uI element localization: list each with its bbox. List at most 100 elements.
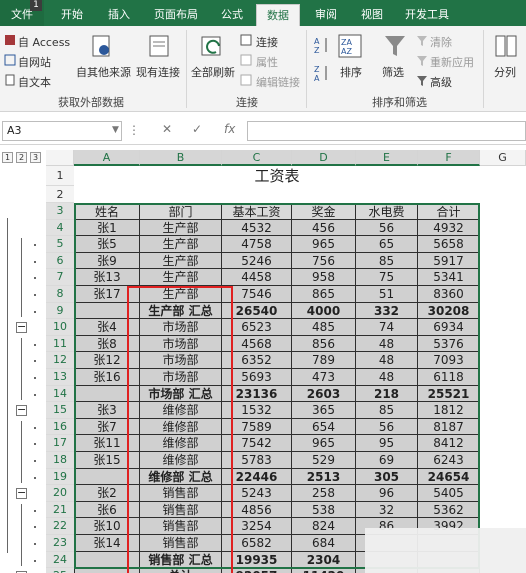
- name-box-dropdown-icon[interactable]: ▼: [112, 125, 119, 135]
- data-cell[interactable]: 生产部: [140, 269, 222, 286]
- enter-icon[interactable]: ✓: [192, 122, 202, 136]
- row-header-11[interactable]: 11: [46, 335, 74, 353]
- row-header-13[interactable]: 13: [46, 369, 74, 386]
- column-title-cell[interactable]: 姓名: [74, 203, 140, 220]
- subtotal-cell[interactable]: 26540: [222, 302, 292, 320]
- tab-data[interactable]: 数据: [256, 4, 300, 26]
- data-cell[interactable]: 市场部: [140, 352, 222, 369]
- tab-review[interactable]: 审阅: [306, 4, 346, 26]
- row-header-18[interactable]: 18: [46, 452, 74, 469]
- data-cell[interactable]: 5783: [222, 452, 292, 469]
- row-header-6[interactable]: 6: [46, 252, 74, 270]
- name-box[interactable]: A3: [2, 121, 122, 141]
- data-cell[interactable]: 7542: [222, 435, 292, 452]
- data-cell[interactable]: 7589: [222, 418, 292, 436]
- data-cell[interactable]: 张6: [74, 501, 140, 519]
- row-header-16[interactable]: 16: [46, 418, 74, 436]
- data-cell[interactable]: 生产部: [140, 219, 222, 237]
- data-cell[interactable]: 张12: [74, 352, 140, 369]
- text-to-columns-button[interactable]: 分列: [494, 64, 516, 80]
- refresh-all-button[interactable]: 全部刷新: [191, 64, 235, 80]
- data-cell[interactable]: 7546: [222, 286, 292, 303]
- data-cell[interactable]: 538: [292, 501, 356, 519]
- column-title-cell[interactable]: 合计: [418, 203, 480, 220]
- data-cell[interactable]: 85: [356, 252, 418, 270]
- from-other-sources-button[interactable]: 自其他来源: [76, 64, 131, 80]
- data-cell[interactable]: 市场部: [140, 335, 222, 353]
- data-cell[interactable]: 365: [292, 402, 356, 419]
- data-cell[interactable]: 69: [356, 452, 418, 469]
- existing-connections-button[interactable]: 现有连接: [136, 64, 180, 80]
- row-header-25[interactable]: 25: [46, 568, 74, 573]
- data-cell[interactable]: 5341: [418, 269, 480, 286]
- data-cell[interactable]: 654: [292, 418, 356, 436]
- row-header-4[interactable]: 4: [46, 219, 74, 237]
- data-cell[interactable]: 258: [292, 485, 356, 502]
- row-header-17[interactable]: 17: [46, 435, 74, 452]
- collapse-group-button[interactable]: −: [16, 487, 27, 500]
- data-cell[interactable]: 8412: [418, 435, 480, 452]
- data-cell[interactable]: 5693: [222, 369, 292, 386]
- row-header-3[interactable]: 3: [46, 203, 74, 220]
- data-cell[interactable]: 维修部: [140, 402, 222, 419]
- data-cell[interactable]: 529: [292, 452, 356, 469]
- data-cell[interactable]: 4856: [222, 501, 292, 519]
- data-cell[interactable]: 965: [292, 236, 356, 253]
- formula-input[interactable]: [247, 121, 526, 141]
- data-cell[interactable]: 生产部: [140, 236, 222, 253]
- from-web-button[interactable]: 自网站: [18, 54, 51, 70]
- data-cell[interactable]: 6582: [222, 535, 292, 552]
- column-title-cell[interactable]: 水电费: [356, 203, 418, 220]
- collapse-group-button[interactable]: −: [16, 321, 27, 334]
- sort-button[interactable]: 排序: [340, 64, 362, 80]
- data-cell[interactable]: 张13: [74, 269, 140, 286]
- data-cell[interactable]: 6352: [222, 352, 292, 369]
- row-header-5[interactable]: 5: [46, 236, 74, 253]
- row-header-22[interactable]: 22: [46, 518, 74, 535]
- row-header-9[interactable]: 9: [46, 302, 74, 320]
- subtotal-cell[interactable]: [74, 568, 140, 573]
- outline-level-2-button[interactable]: 2: [16, 152, 27, 163]
- row-header-23[interactable]: 23: [46, 535, 74, 552]
- column-title-cell[interactable]: 部门: [140, 203, 222, 220]
- data-cell[interactable]: 56: [356, 219, 418, 237]
- row-header-20[interactable]: 20: [46, 485, 74, 502]
- data-cell[interactable]: 4758: [222, 236, 292, 253]
- data-cell[interactable]: 销售部: [140, 485, 222, 502]
- tab-view[interactable]: 视图: [352, 4, 392, 26]
- data-cell[interactable]: 684: [292, 535, 356, 552]
- row-header-7[interactable]: 7: [46, 269, 74, 286]
- row-header-15[interactable]: 15: [46, 402, 74, 419]
- data-cell[interactable]: 756: [292, 252, 356, 270]
- data-cell[interactable]: 8360: [418, 286, 480, 303]
- data-cell[interactable]: 1812: [418, 402, 480, 419]
- row-header-1[interactable]: 1: [46, 166, 74, 186]
- column-title-cell[interactable]: 基本工资: [222, 203, 292, 220]
- subtotal-cell[interactable]: 92057: [222, 568, 292, 573]
- subtotal-cell[interactable]: 332: [356, 302, 418, 320]
- data-cell[interactable]: 6934: [418, 319, 480, 336]
- cancel-icon[interactable]: ✕: [162, 122, 172, 136]
- filter-button[interactable]: 筛选: [382, 64, 404, 80]
- column-header-d[interactable]: D: [292, 150, 356, 166]
- data-cell[interactable]: 6243: [418, 452, 480, 469]
- data-cell[interactable]: 5246: [222, 252, 292, 270]
- row-header-10[interactable]: 10: [46, 319, 74, 336]
- subtotal-cell[interactable]: 2603: [292, 385, 356, 403]
- data-cell[interactable]: 65: [356, 236, 418, 253]
- row-header-2[interactable]: 2: [46, 186, 74, 203]
- clear-button[interactable]: 清除: [430, 34, 452, 50]
- advanced-filter-button[interactable]: 高级: [430, 74, 452, 90]
- tab-page-layout[interactable]: 页面布局: [146, 4, 206, 26]
- data-cell[interactable]: 市场部: [140, 369, 222, 386]
- data-cell[interactable]: 5376: [418, 335, 480, 353]
- reapply-button[interactable]: 重新应用: [430, 54, 474, 70]
- data-cell[interactable]: 5917: [418, 252, 480, 270]
- data-cell[interactable]: 456: [292, 219, 356, 237]
- data-cell[interactable]: 维修部: [140, 452, 222, 469]
- data-cell[interactable]: 张11: [74, 435, 140, 452]
- column-title-cell[interactable]: 奖金: [292, 203, 356, 220]
- subtotal-cell[interactable]: 总计: [140, 568, 222, 573]
- data-cell[interactable]: 856: [292, 335, 356, 353]
- tab-insert[interactable]: 插入: [98, 4, 140, 26]
